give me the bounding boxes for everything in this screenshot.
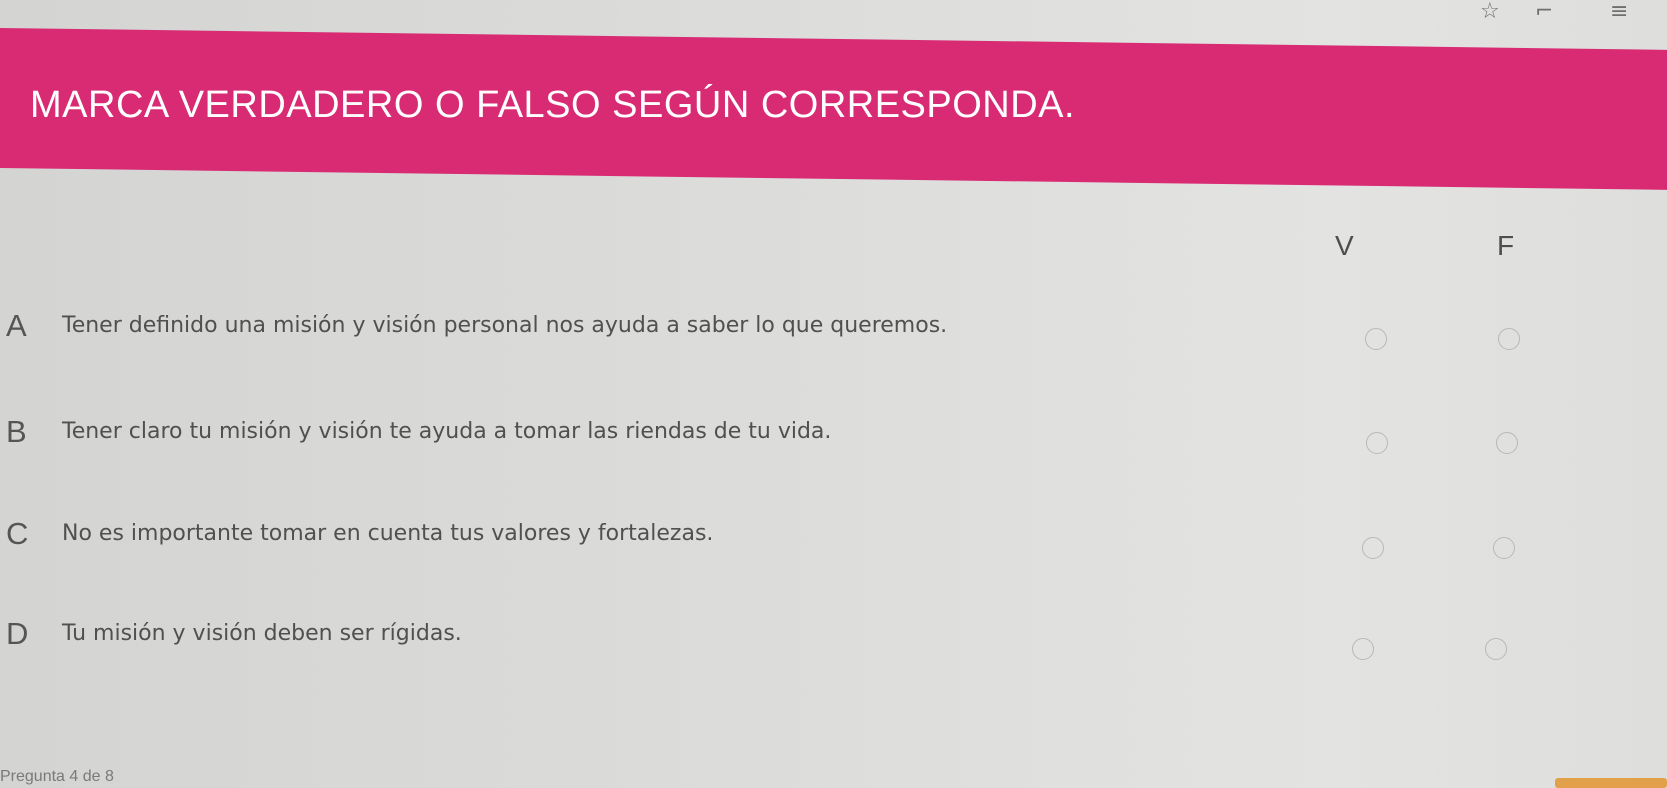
queue-icon[interactable]: ≡ bbox=[1610, 0, 1628, 24]
radio-false-a[interactable] bbox=[1498, 328, 1520, 350]
question-text: No es importante tomar en cuenta tus val… bbox=[62, 521, 714, 546]
question-row-a: A Tener definido una misión y visión per… bbox=[0, 306, 1667, 350]
star-icon[interactable]: ☆ bbox=[1480, 0, 1500, 24]
question-letter: C bbox=[6, 516, 29, 551]
question-progress: Pregunta 4 de 8 bbox=[0, 768, 114, 785]
question-text: Tener claro tu misión y visión te ayuda … bbox=[62, 419, 832, 444]
question-text: Tener definido una misión y visión perso… bbox=[62, 313, 948, 338]
radio-true-d[interactable] bbox=[1352, 638, 1374, 660]
radio-true-a[interactable] bbox=[1365, 328, 1387, 350]
question-letter: B bbox=[6, 414, 27, 449]
question-letter: A bbox=[6, 308, 27, 343]
question-text: Tu misión y visión deben ser rígidas. bbox=[62, 621, 462, 646]
question-row-c: C No es importante tomar en cuenta tus v… bbox=[0, 514, 1667, 559]
column-true-label: V bbox=[1335, 230, 1354, 261]
expand-icon[interactable]: ⌐ bbox=[1535, 0, 1553, 24]
browser-toolbar: ☆ ⌐ ≡ bbox=[0, 0, 1667, 30]
question-letter: D bbox=[6, 616, 29, 651]
radio-false-b[interactable] bbox=[1496, 432, 1518, 454]
question-row-d: D Tu misión y visión deben ser rígidas. bbox=[0, 614, 1667, 660]
column-false-label: F bbox=[1497, 230, 1515, 261]
question-row-b: B Tener claro tu misión y visión te ayud… bbox=[0, 412, 1667, 454]
radio-false-c[interactable] bbox=[1493, 537, 1515, 559]
next-button-edge[interactable] bbox=[1555, 778, 1667, 788]
radio-true-c[interactable] bbox=[1362, 537, 1384, 559]
radio-false-d[interactable] bbox=[1485, 638, 1507, 660]
question-title: MARCA VERDADERO O FALSO SEGÚN CORRESPOND… bbox=[30, 84, 1076, 126]
radio-true-b[interactable] bbox=[1366, 432, 1388, 454]
